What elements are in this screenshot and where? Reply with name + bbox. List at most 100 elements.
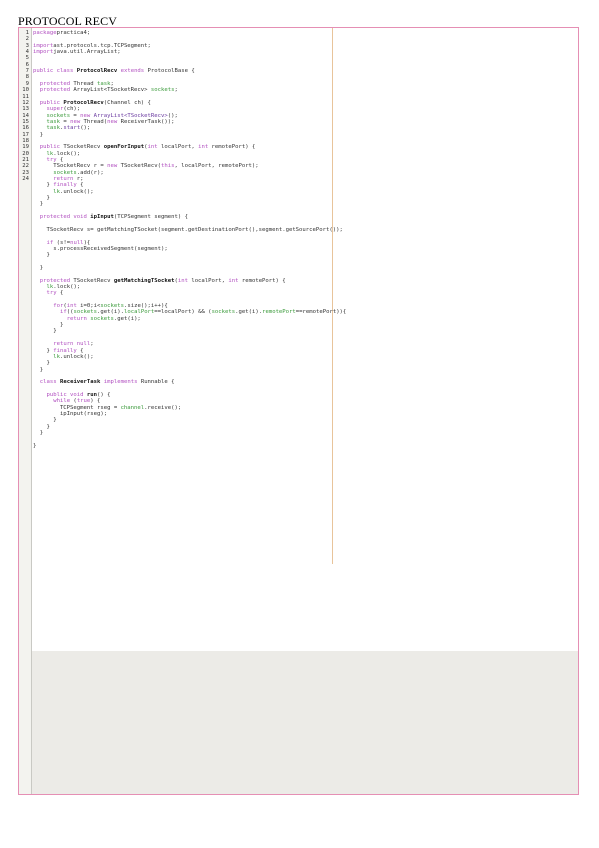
code-token: ast.protocols.tcp.TCPSegment; [53, 42, 151, 49]
code-token: package [33, 30, 57, 36]
code-token: } [33, 360, 50, 367]
code-token: lk [53, 188, 60, 195]
code-token: ProtocolRecv [63, 99, 104, 106]
code-token: new [80, 112, 91, 119]
code-token: super [46, 106, 64, 113]
code-line: } [33, 201, 43, 207]
code-token: task [46, 125, 60, 132]
code-token: protected [39, 80, 71, 87]
code-line: try { [33, 290, 63, 296]
code-token: localPort, [187, 277, 229, 284]
code-token: .receive(); [144, 404, 182, 411]
code-token: TSocketRecv [70, 277, 114, 284]
code-token: int [177, 277, 188, 284]
code-token: ==remotePort)){ [295, 309, 347, 316]
code-token: i=0;i< [76, 303, 101, 310]
code-token: { [76, 182, 84, 189]
code-token: } [33, 417, 57, 424]
code-token: int [66, 303, 77, 310]
code-token: .add(r); [76, 169, 104, 176]
code-token: public class [33, 68, 74, 75]
code-token: } [33, 195, 50, 202]
code-token: TCPSegment rseg = [33, 404, 121, 411]
code-token: getMatchingTSocket [113, 277, 175, 284]
code-token: protected [39, 87, 71, 94]
code-token: = [70, 112, 81, 119]
code-token: .get(i). [97, 309, 124, 316]
code-token: = [59, 118, 71, 125]
code-token: new [107, 163, 118, 170]
print-margin-line [332, 28, 333, 564]
code-token: practica4; [56, 30, 91, 36]
code-token: } [33, 347, 54, 354]
code-token: .get(i); [113, 315, 141, 322]
code-token: (TCPSegment segment) { [113, 214, 188, 221]
code-token: } [33, 322, 64, 329]
code-line: TSocketRecv s= getMatchingTSocket(segmen… [33, 227, 342, 233]
code-token: return [53, 176, 74, 183]
code-token: } [33, 328, 57, 335]
code-token: } [33, 252, 50, 259]
line-number-gutter: 1 2 3 4 5 6 7 8 9 10 11 12 13 14 15 16 17 18 19 20 21 22 23 24 [19, 28, 32, 794]
code-line: s.processReceivedSegment(segment); [33, 246, 168, 252]
code-token: openForInput [103, 144, 145, 151]
code-token: .lock(); [53, 150, 81, 157]
code-editor-frame: 1 2 3 4 5 6 7 8 9 10 11 12 13 14 15 16 17 18 19 20 21 22 23 24 … [18, 27, 579, 795]
code-token: public [39, 144, 60, 151]
code-line: } [33, 265, 43, 271]
code-token: localPort [123, 309, 155, 316]
code-token: ( [70, 398, 77, 405]
code-token: ArrayList<TSocketRecv> [70, 87, 151, 94]
code-token: r; [73, 176, 84, 183]
code-token: } [33, 131, 44, 138]
code-token: new [70, 118, 81, 125]
code-token: remotePort) { [238, 277, 286, 284]
code-token: ProtocolBase { [144, 68, 195, 75]
code-line: class ReceiverTask implements Runnable { [33, 379, 175, 385]
code-token: task [97, 80, 111, 87]
code-token: implements [103, 379, 138, 386]
code-token: sockets [150, 87, 175, 94]
code-token: TSocketRecv [59, 144, 104, 151]
code-token: finally [53, 347, 77, 354]
code-token: null [70, 239, 84, 246]
code-token: } [33, 430, 44, 437]
line-number: 24 [22, 176, 29, 183]
code-token: } [33, 366, 44, 373]
code-token: new [107, 118, 118, 125]
code-token: for [53, 303, 64, 310]
code-token: ; [110, 80, 114, 87]
code-token: .size();i++){ [123, 303, 168, 310]
code-line: } [33, 367, 43, 373]
code-token: lk [53, 353, 60, 360]
code-token: } [33, 442, 37, 449]
code-line: packagepractica4; [33, 30, 90, 36]
code-token: } [33, 201, 44, 208]
code-token: Thread( [80, 118, 108, 125]
code-line: } [33, 430, 43, 436]
code-token: ReceiverTask()); [117, 118, 175, 125]
code-token: (); [167, 112, 178, 119]
code-token: run [86, 391, 98, 398]
code-token: sockets [211, 309, 236, 316]
code-token: (Channel ch) { [103, 99, 151, 106]
code-token: (ch); [63, 106, 81, 113]
code-line: public class ProtocolRecv extends Protoc… [33, 68, 195, 74]
code-line: } [33, 132, 43, 138]
code-token: finally [53, 182, 77, 189]
code-token: class [39, 379, 57, 386]
code-token: int [228, 277, 239, 284]
code-token: sockets [90, 315, 114, 322]
code-token: try [46, 290, 57, 297]
code-token: .unlock(); [59, 188, 94, 195]
